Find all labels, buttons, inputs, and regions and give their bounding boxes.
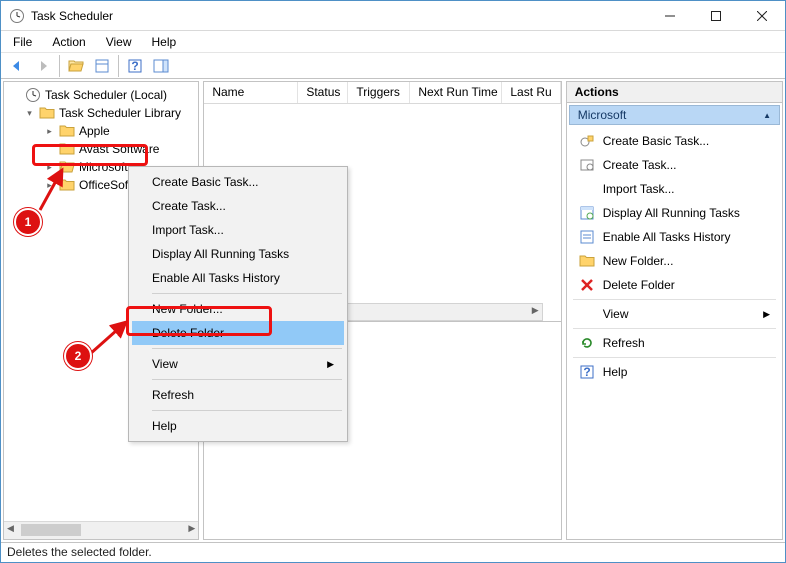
col-triggers[interactable]: Triggers [348, 82, 410, 103]
back-button[interactable] [5, 55, 29, 77]
action-create-task[interactable]: Create Task... [569, 153, 780, 177]
app-icon [9, 8, 25, 24]
ctx-new-folder[interactable]: New Folder... [132, 297, 344, 321]
action-new-folder[interactable]: New Folder... [569, 249, 780, 273]
forward-button[interactable] [31, 55, 55, 77]
col-nextrun[interactable]: Next Run Time [410, 82, 502, 103]
annotation-badge-1: 1 [14, 208, 42, 236]
menu-help[interactable]: Help [144, 33, 185, 51]
action-delete-folder[interactable]: Delete Folder [569, 273, 780, 297]
running-tasks-icon [579, 205, 595, 221]
blank-icon [579, 181, 595, 197]
tree-label: Avast Software [79, 142, 159, 156]
help-icon [579, 364, 595, 380]
ctx-delete-folder[interactable]: Delete Folder [132, 321, 344, 345]
annotation-arrow-2 [88, 318, 132, 358]
list-header: Name Status Triggers Next Run Time Last … [204, 82, 560, 104]
tree-label: Task Scheduler Library [59, 106, 181, 120]
ctx-enable-history[interactable]: Enable All Tasks History [132, 266, 344, 290]
ctx-refresh[interactable]: Refresh [132, 383, 344, 407]
tree-item-apple[interactable]: ▸ Apple [6, 122, 196, 140]
col-status[interactable]: Status [298, 82, 348, 103]
maximize-button[interactable] [693, 1, 739, 31]
ctx-view[interactable]: View [132, 352, 344, 376]
folder-icon [579, 253, 595, 269]
col-name[interactable]: Name [204, 82, 298, 103]
window-title: Task Scheduler [31, 9, 113, 23]
minimize-button[interactable] [647, 1, 693, 31]
menubar: File Action View Help [1, 31, 785, 53]
ctx-create-task[interactable]: Create Task... [132, 194, 344, 218]
context-menu: Create Basic Task... Create Task... Impo… [128, 166, 348, 442]
titlebar: Task Scheduler [1, 1, 785, 31]
history-icon [579, 229, 595, 245]
col-lastrun[interactable]: Last Ru [502, 82, 560, 103]
help-button[interactable] [123, 55, 147, 77]
tree-label: Task Scheduler (Local) [45, 88, 167, 102]
annotation-badge-2: 2 [64, 342, 92, 370]
action-display-running[interactable]: Display All Running Tasks [569, 201, 780, 225]
properties-button[interactable] [90, 55, 114, 77]
status-bar: Deletes the selected folder. [1, 542, 785, 562]
x-icon [579, 277, 595, 293]
action-view[interactable]: View [569, 302, 780, 326]
folder-icon [59, 141, 75, 157]
refresh-icon [579, 335, 595, 351]
actions-pane: Actions Microsoft Create Basic Task... C… [566, 81, 783, 540]
action-import-task[interactable]: Import Task... [569, 177, 780, 201]
tree-library[interactable]: ▾ Task Scheduler Library [6, 104, 196, 122]
tree-label: Apple [79, 124, 110, 138]
status-text: Deletes the selected folder. [7, 545, 152, 559]
ctx-display-running[interactable]: Display All Running Tasks [132, 242, 344, 266]
blank-icon [579, 306, 595, 322]
clock-icon [25, 87, 41, 103]
menu-file[interactable]: File [5, 33, 40, 51]
close-button[interactable] [739, 1, 785, 31]
horizontal-scrollbar[interactable] [4, 521, 198, 539]
ctx-help[interactable]: Help [132, 414, 344, 438]
action-refresh[interactable]: Refresh [569, 331, 780, 355]
tree-label: OfficeSoft [79, 178, 131, 192]
action-help[interactable]: Help [569, 360, 780, 384]
ctx-import-task[interactable]: Import Task... [132, 218, 344, 242]
annotation-arrow-1 [36, 164, 70, 214]
basic-task-icon [579, 133, 595, 149]
tree-label: Microsoft [79, 160, 128, 174]
folder-icon [39, 105, 55, 121]
actions-pane-title: Actions [567, 82, 782, 103]
ctx-create-basic[interactable]: Create Basic Task... [132, 170, 344, 194]
action-enable-history[interactable]: Enable All Tasks History [569, 225, 780, 249]
tree-root[interactable]: Task Scheduler (Local) [6, 86, 196, 104]
app-window: Task Scheduler File Action View Help [0, 0, 786, 563]
toolbar [1, 53, 785, 79]
folder-icon [59, 123, 75, 139]
task-icon [579, 157, 595, 173]
action-create-basic[interactable]: Create Basic Task... [569, 129, 780, 153]
menu-view[interactable]: View [98, 33, 140, 51]
menu-action[interactable]: Action [44, 33, 93, 51]
actions-section-header[interactable]: Microsoft [569, 105, 780, 125]
toggle-panel-button[interactable] [149, 55, 173, 77]
up-button[interactable] [64, 55, 88, 77]
tree-item-avast[interactable]: Avast Software [6, 140, 196, 158]
